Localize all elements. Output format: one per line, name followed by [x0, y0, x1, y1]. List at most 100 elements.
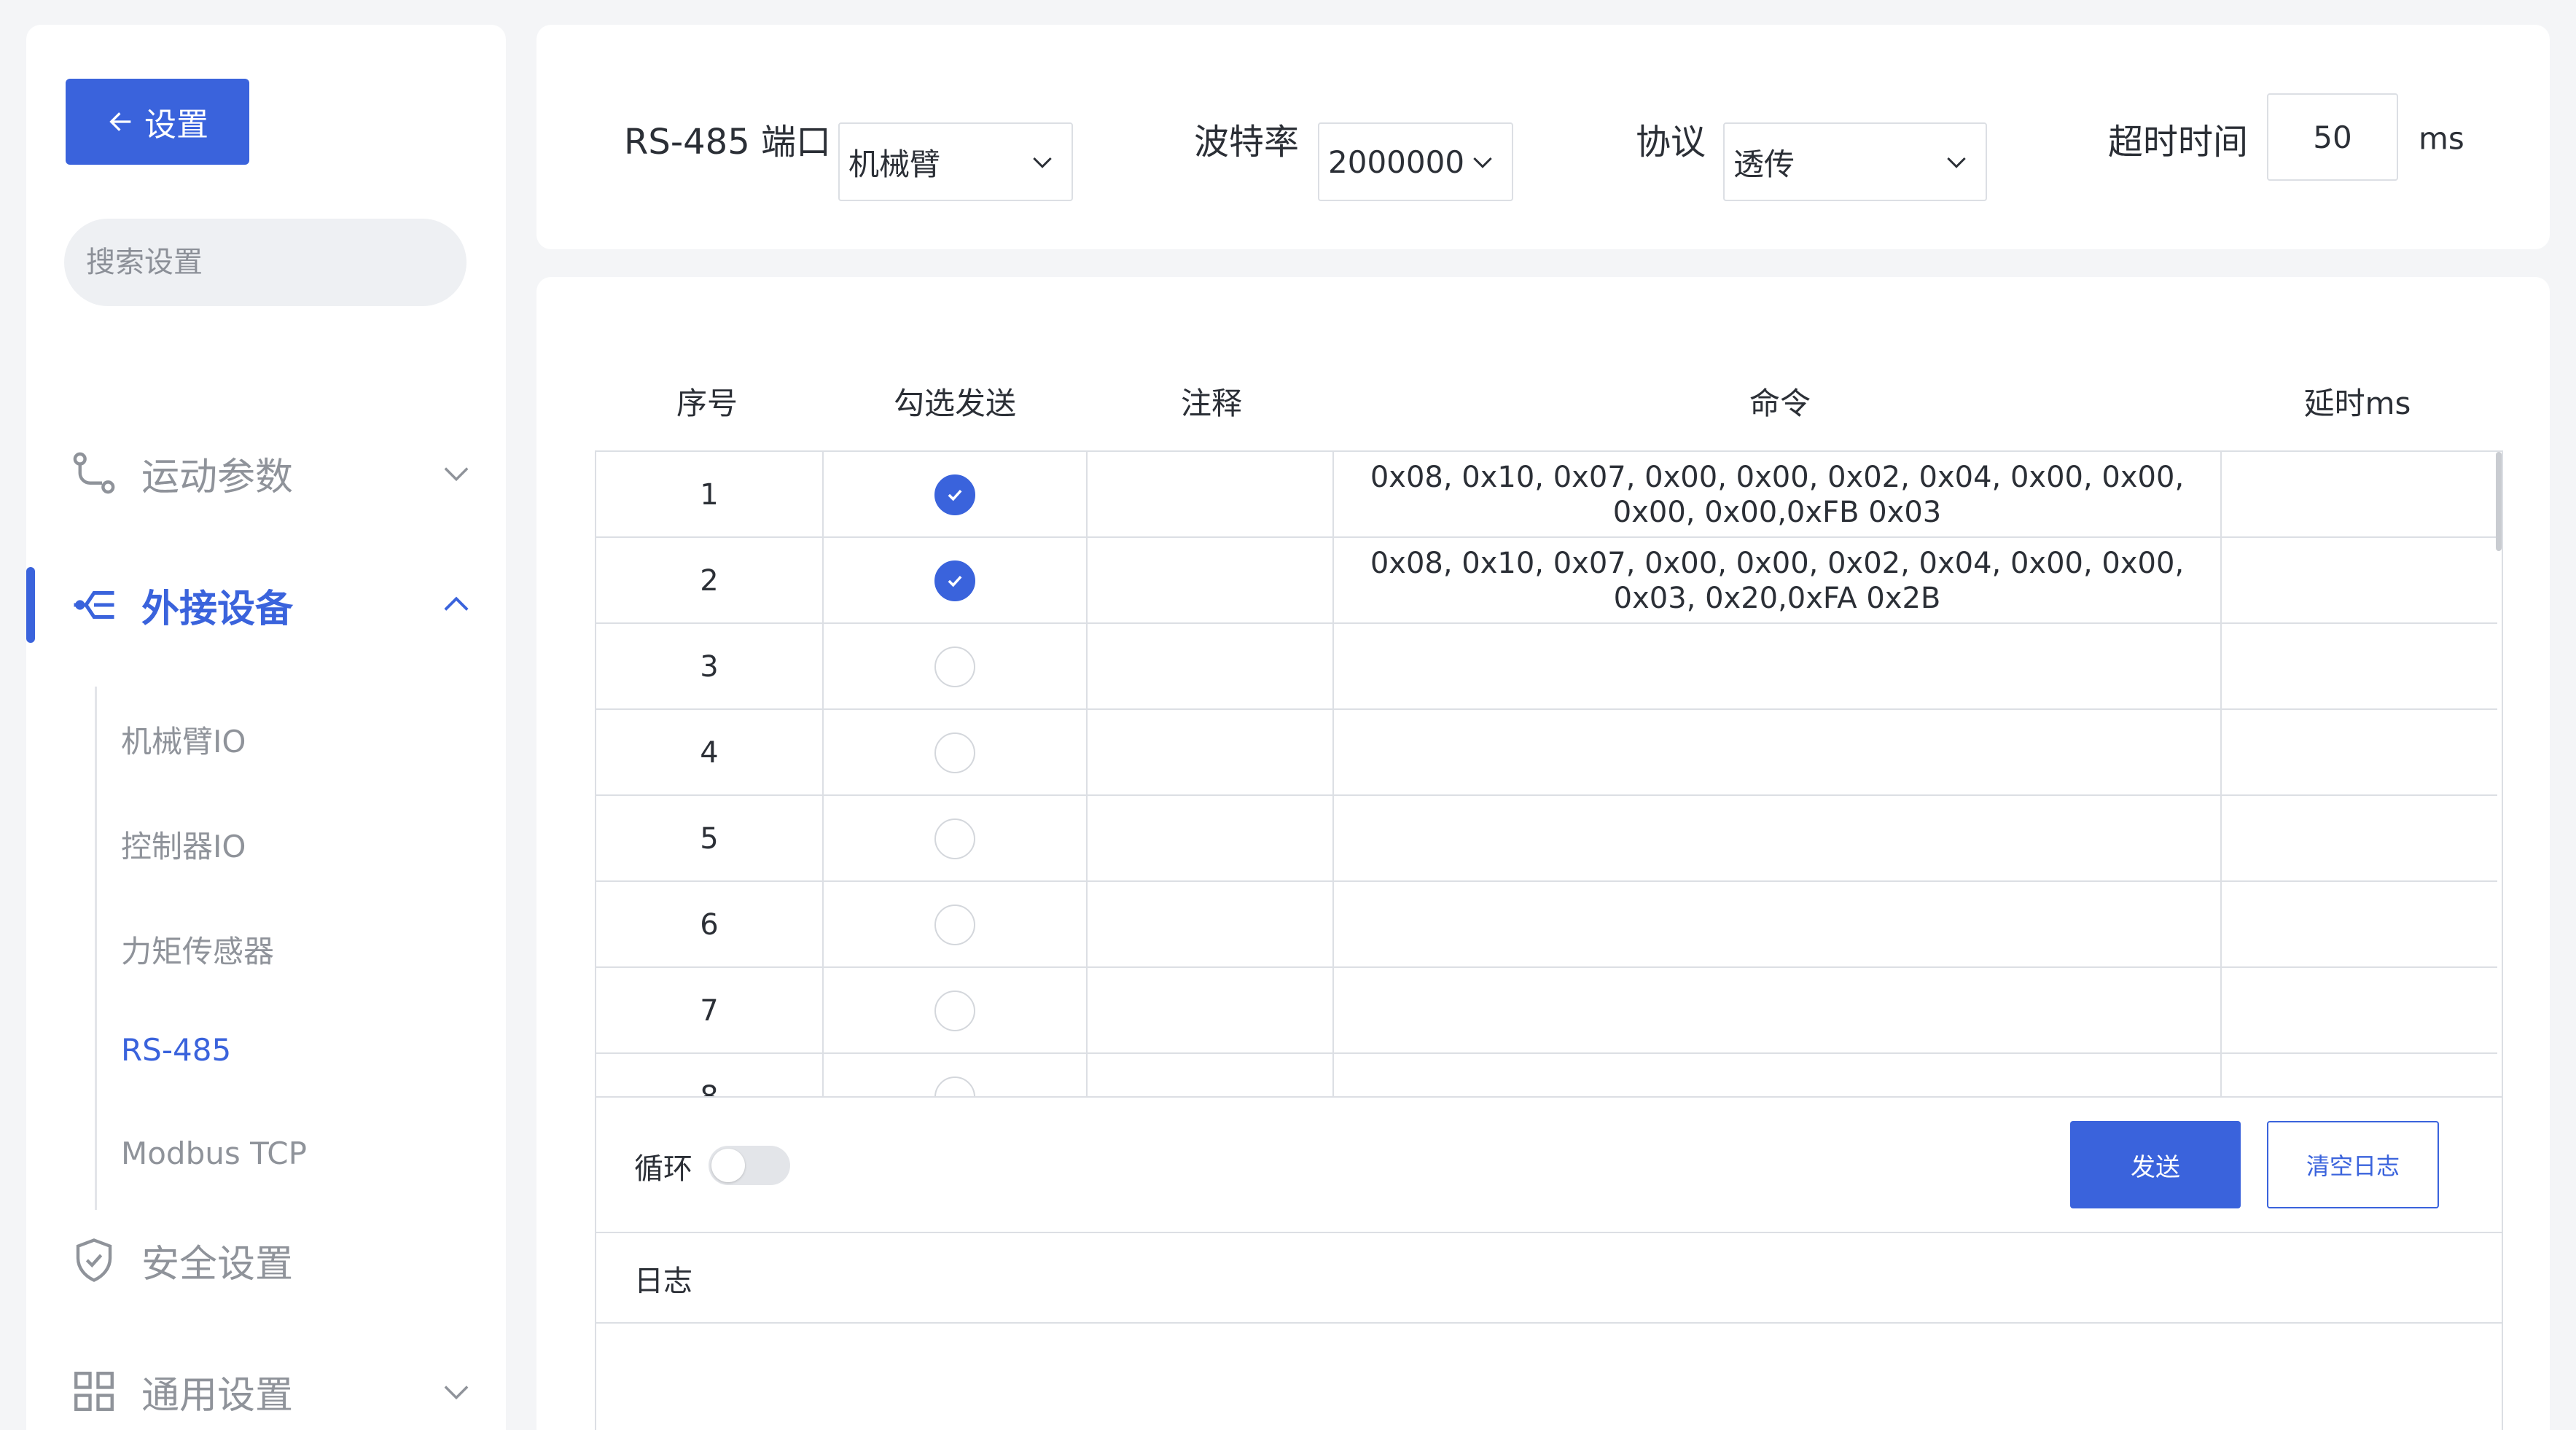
row-command-cell[interactable] — [1334, 796, 2222, 882]
table-row[interactable]: 7 — [596, 968, 2497, 1054]
send-checkbox[interactable] — [934, 474, 975, 515]
row-delay-cell[interactable] — [2222, 538, 2497, 624]
chevron-down-icon — [1947, 157, 1966, 168]
row-command-cell[interactable] — [1334, 968, 2222, 1054]
send-checkbox[interactable] — [934, 991, 975, 1031]
nav-group-external-devices[interactable]: 外接设备 — [26, 565, 506, 645]
row-index-cell: 8 — [596, 1054, 824, 1096]
row-note-cell[interactable] — [1088, 968, 1334, 1054]
table-scrollbar[interactable] — [2496, 452, 2502, 551]
row-note-cell[interactable] — [1088, 538, 1334, 624]
nav-group-label: 通用设置 — [141, 1373, 294, 1418]
send-checkbox[interactable] — [934, 732, 975, 773]
row-delay-cell[interactable] — [2222, 710, 2497, 796]
row-note-cell[interactable] — [1088, 882, 1334, 968]
grid-icon — [74, 1372, 114, 1411]
baud-select-value: 2000000 — [1328, 144, 1465, 180]
timeout-unit: ms — [2419, 120, 2464, 157]
row-command-cell[interactable]: 0x08, 0x10, 0x07, 0x00, 0x00, 0x02, 0x04… — [1334, 452, 2222, 538]
row-note-cell[interactable] — [1088, 452, 1334, 538]
row-index-cell: 3 — [596, 624, 824, 710]
row-delay-cell[interactable] — [2222, 882, 2497, 968]
log-title: 日志 — [634, 1265, 692, 1298]
row-command-cell[interactable] — [1334, 624, 2222, 710]
table-row[interactable]: 2 0x08, 0x10, 0x07, 0x00, 0x00, 0x02, 0x0… — [596, 538, 2497, 624]
row-delay-cell[interactable] — [2222, 452, 2497, 538]
table-row[interactable]: 5 — [596, 796, 2497, 882]
check-icon — [948, 575, 962, 587]
control-bar: 循环 发送 清空日志 — [595, 1098, 2503, 1233]
table-row[interactable]: 8 — [596, 1054, 2497, 1096]
row-command-cell[interactable] — [1334, 710, 2222, 796]
row-index-cell: 5 — [596, 796, 824, 882]
row-check-cell — [824, 796, 1088, 882]
chevron-up-icon — [444, 596, 469, 611]
row-command-cell[interactable]: 0x08, 0x10, 0x07, 0x00, 0x00, 0x02, 0x04… — [1334, 538, 2222, 624]
send-checkbox[interactable] — [934, 560, 975, 601]
search-input[interactable] — [86, 246, 450, 279]
row-check-cell — [824, 882, 1088, 968]
toggle-knob — [711, 1149, 745, 1182]
chevron-down-icon — [1473, 157, 1492, 168]
table-row[interactable]: 3 — [596, 624, 2497, 710]
protocol-select[interactable]: 透传 — [1723, 122, 1987, 201]
row-check-cell — [824, 452, 1088, 538]
column-header-note: 注释 — [1180, 386, 1243, 421]
sidebar-item-controller-io[interactable]: 控制器IO — [121, 822, 246, 867]
submenu-line — [95, 687, 97, 1210]
send-checkbox[interactable] — [934, 905, 975, 945]
row-check-cell — [824, 624, 1088, 710]
row-index-cell: 6 — [596, 882, 824, 968]
table-row[interactable]: 4 — [596, 710, 2497, 796]
port-select[interactable]: 机械臂 — [838, 122, 1073, 201]
check-icon — [948, 489, 962, 501]
sidebar-item-arm-io[interactable]: 机械臂IO — [121, 717, 246, 762]
baud-select[interactable]: 2000000 — [1318, 122, 1513, 201]
column-header-delay: 延时ms — [2303, 386, 2411, 421]
sidebar-item-modbus-tcp[interactable]: Modbus TCP — [121, 1136, 307, 1171]
row-note-cell[interactable] — [1088, 624, 1334, 710]
back-button[interactable]: 设置 — [66, 79, 249, 165]
row-command-cell[interactable] — [1334, 882, 2222, 968]
row-note-cell[interactable] — [1088, 1054, 1334, 1096]
nav-group-safety[interactable]: 安全设置 — [26, 1220, 506, 1300]
chevron-down-icon — [1033, 157, 1052, 168]
row-delay-cell[interactable] — [2222, 796, 2497, 882]
sidebar-item-rs485[interactable]: RS-485 — [121, 1032, 231, 1068]
rs485-config-card: RS-485 端口 机械臂 波特率 2000000 协议 透传 超时时间 ms — [536, 25, 2550, 249]
row-delay-cell[interactable] — [2222, 968, 2497, 1054]
sidebar: 设置 运动参数 外接设备 机械臂IO 控制器IO 力矩传感器 RS-485 Mo… — [26, 25, 506, 1430]
send-checkbox[interactable] — [934, 818, 975, 859]
protocol-label: 协议 — [1636, 122, 1706, 163]
row-delay-cell[interactable] — [2222, 1054, 2497, 1096]
search-box[interactable] — [64, 219, 467, 306]
row-note-cell[interactable] — [1088, 710, 1334, 796]
arrow-left-icon — [109, 112, 131, 131]
log-header: 日志 — [595, 1233, 2503, 1324]
column-header-index: 序号 — [676, 386, 738, 421]
row-check-cell — [824, 538, 1088, 624]
command-table: 1 0x08, 0x10, 0x07, 0x00, 0x00, 0x02, 0x0… — [595, 450, 2503, 1098]
send-checkbox[interactable] — [934, 1077, 975, 1096]
table-row[interactable]: 6 — [596, 882, 2497, 968]
send-button[interactable]: 发送 — [2070, 1121, 2241, 1208]
row-delay-cell[interactable] — [2222, 624, 2497, 710]
send-checkbox[interactable] — [934, 646, 975, 687]
nav-group-label: 安全设置 — [141, 1242, 294, 1286]
row-index-cell: 4 — [596, 710, 824, 796]
row-command-cell[interactable] — [1334, 1054, 2222, 1096]
loop-toggle[interactable] — [709, 1146, 790, 1185]
nav-group-label: 外接设备 — [141, 587, 294, 631]
nav-group-general[interactable]: 通用设置 — [26, 1351, 506, 1430]
row-note-cell[interactable] — [1088, 796, 1334, 882]
timeout-label: 超时时间 — [2108, 122, 2249, 163]
table-row[interactable]: 1 0x08, 0x10, 0x07, 0x00, 0x00, 0x02, 0x0… — [596, 452, 2497, 538]
clear-log-button[interactable]: 清空日志 — [2267, 1121, 2439, 1208]
port-select-value: 机械臂 — [848, 146, 941, 182]
route-icon — [73, 452, 115, 494]
log-output — [595, 1324, 2503, 1430]
sidebar-item-torque-sensor[interactable]: 力矩传感器 — [121, 927, 274, 972]
timeout-input[interactable] — [2267, 93, 2398, 181]
nav-group-motion[interactable]: 运动参数 — [26, 433, 506, 513]
chevron-down-icon — [444, 467, 469, 482]
